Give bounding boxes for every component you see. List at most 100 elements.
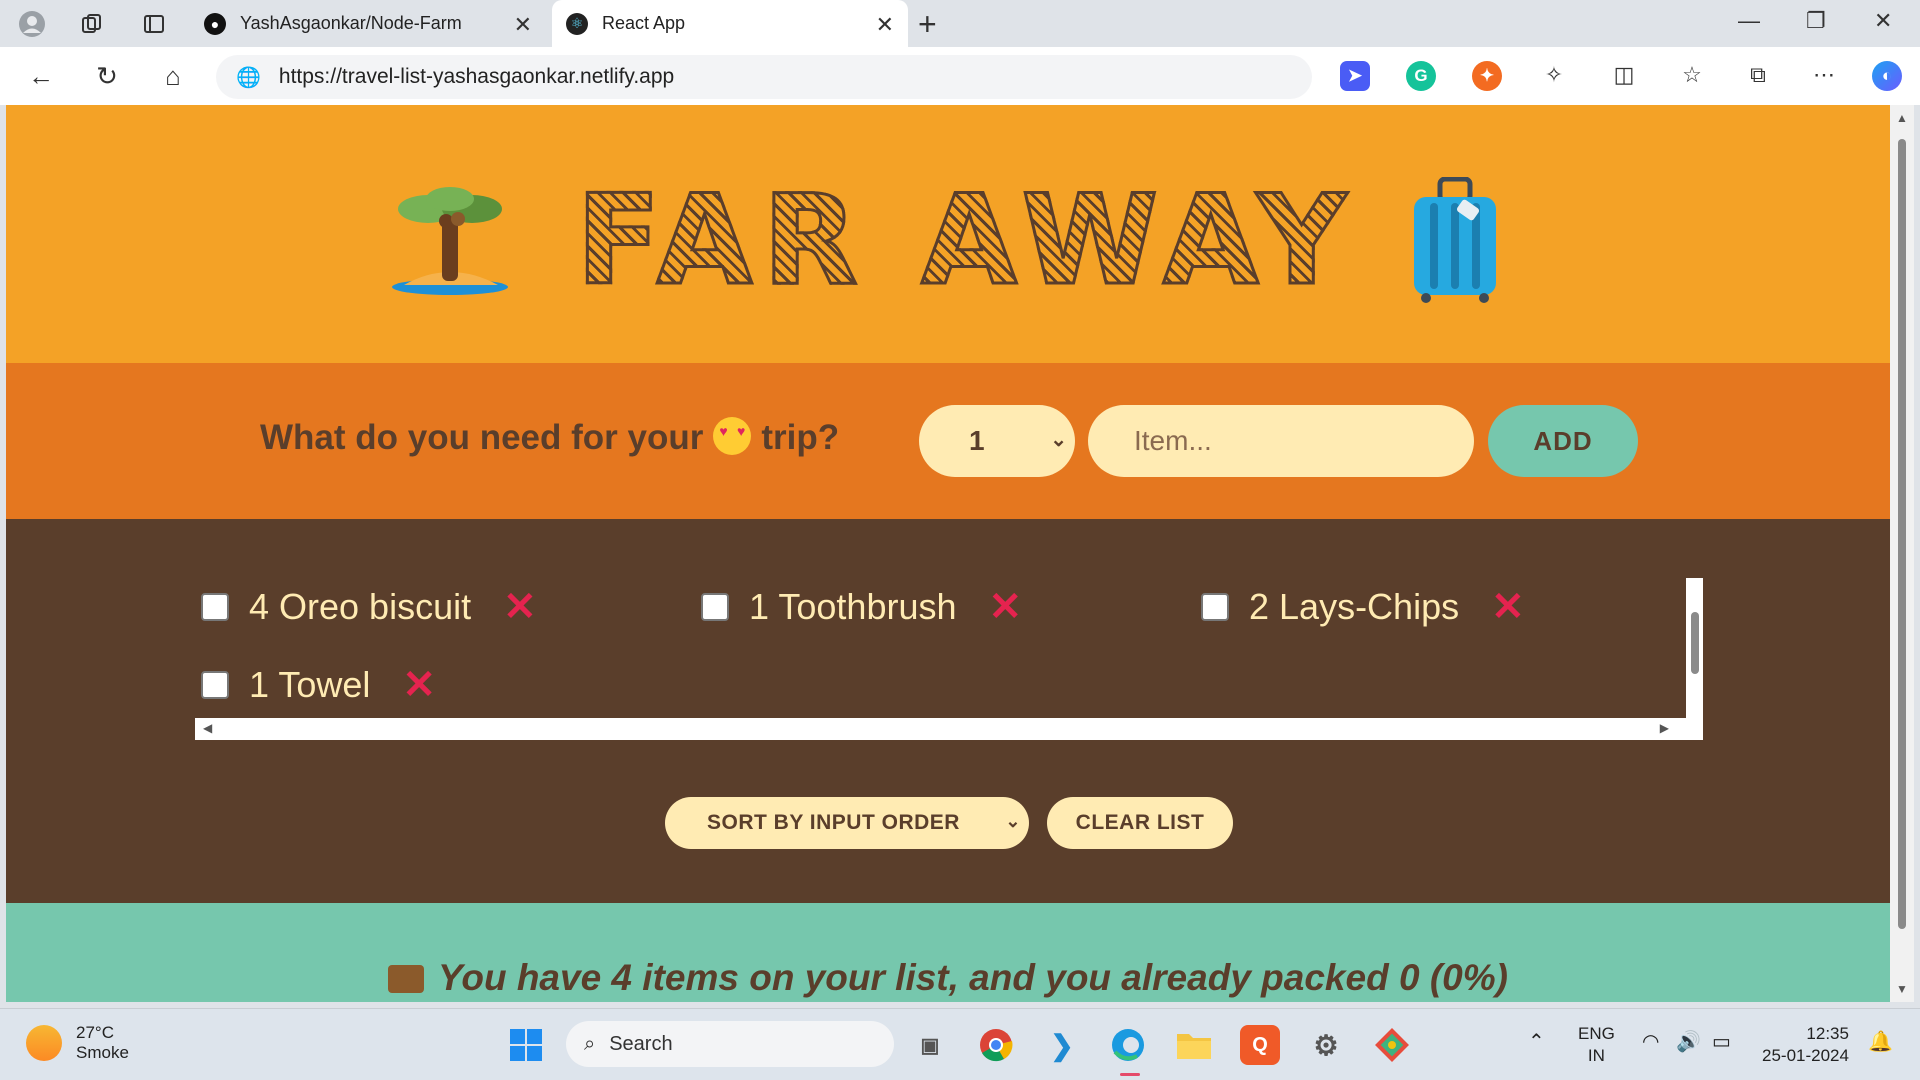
- weather-condition: Smoke: [76, 1043, 129, 1062]
- weather-temperature: 27°C: [76, 1023, 114, 1042]
- add-button[interactable]: ADD: [1488, 405, 1638, 477]
- chevron-down-icon: ⌄: [1050, 429, 1067, 451]
- tab-actions-icon[interactable]: [138, 8, 170, 40]
- git-app-icon[interactable]: [1372, 1025, 1412, 1065]
- tab-react-app[interactable]: ⚛ React App ✕: [552, 0, 908, 47]
- item-label: 1 Toothbrush: [749, 586, 957, 627]
- windows-start-icon[interactable]: [506, 1025, 546, 1065]
- list-item: 1 Toothbrush ✕: [701, 584, 1022, 630]
- home-icon[interactable]: ⌂: [156, 59, 190, 93]
- form-question: What do you need for your trip?: [260, 417, 839, 458]
- scroll-right-icon[interactable]: ▶: [1660, 721, 1669, 735]
- tab-node-farm[interactable]: ● YashAsgaonkar/Node-Farm ✕: [200, 0, 546, 47]
- sort-select[interactable]: SORT BY INPUT ORDER ⌄: [665, 797, 1029, 849]
- battery-icon[interactable]: ▭: [1712, 1031, 1731, 1053]
- packing-list: 4 Oreo biscuit ✕ 1 Toothbrush ✕ 2 Lays-C…: [6, 519, 1890, 903]
- more-icon[interactable]: ⋯: [1808, 59, 1840, 91]
- packed-checkbox[interactable]: [201, 671, 229, 699]
- taskbar-search[interactable]: ⌕ Search: [566, 1021, 894, 1067]
- delete-item-icon[interactable]: ✕: [402, 662, 436, 708]
- quantity-value: 1: [969, 425, 985, 456]
- extension-orange-icon[interactable]: ✦: [1472, 61, 1502, 91]
- minimize-icon[interactable]: —: [1738, 8, 1760, 34]
- settings-gear-icon[interactable]: ⚙: [1306, 1025, 1346, 1065]
- packed-checkbox[interactable]: [1201, 593, 1229, 621]
- clear-list-button[interactable]: CLEAR LIST: [1047, 797, 1233, 849]
- scrollbar-thumb[interactable]: [1691, 612, 1699, 674]
- delete-item-icon[interactable]: ✕: [503, 584, 537, 630]
- packed-checkbox[interactable]: [701, 593, 729, 621]
- back-icon[interactable]: ←: [24, 59, 58, 93]
- scroll-left-icon[interactable]: ◀: [203, 721, 212, 735]
- profile-icon[interactable]: [16, 8, 48, 40]
- list-horizontal-scrollbar[interactable]: ◀ ▶: [195, 718, 1703, 740]
- browser-tab-strip: ● YashAsgaonkar/Node-Farm ✕ ⚛ React App …: [0, 0, 1920, 47]
- volume-icon[interactable]: 🔊: [1676, 1031, 1701, 1053]
- new-tab-button[interactable]: +: [918, 6, 937, 43]
- close-window-icon[interactable]: ✕: [1874, 8, 1892, 34]
- chevron-down-icon: ⌄: [1005, 811, 1021, 831]
- address-bar[interactable]: 🌐 https://travel-list-yashasgaonkar.netl…: [216, 55, 1312, 99]
- vscode-icon[interactable]: ❯: [1042, 1025, 1082, 1065]
- tab-title: YashAsgaonkar/Node-Farm: [240, 13, 462, 33]
- split-screen-icon[interactable]: ◫: [1608, 59, 1640, 91]
- wifi-icon[interactable]: ◠: [1642, 1031, 1659, 1053]
- refresh-icon[interactable]: ↻: [90, 59, 124, 93]
- close-tab-icon[interactable]: ✕: [514, 12, 532, 38]
- q-app-icon[interactable]: Q: [1240, 1025, 1280, 1065]
- palm-island-icon: [392, 187, 508, 295]
- scroll-up-icon[interactable]: ▲: [1896, 111, 1908, 125]
- packing-list-items[interactable]: 4 Oreo biscuit ✕ 1 Toothbrush ✕ 2 Lays-C…: [195, 578, 1703, 740]
- page-scrollbar-thumb[interactable]: [1898, 139, 1906, 929]
- page-viewport: FAR AWAY What do you need for your trip? …: [6, 105, 1890, 1002]
- packed-checkbox[interactable]: [201, 593, 229, 621]
- language-code: ENG: [1578, 1024, 1615, 1043]
- briefcase-icon: [388, 965, 425, 993]
- app-logo-text: FAR AWAY: [575, 168, 1357, 315]
- extension-icon[interactable]: ➤: [1340, 61, 1370, 91]
- favorites-icon[interactable]: ☆: [1676, 59, 1708, 91]
- search-icon: ⌕: [584, 1032, 596, 1055]
- stats-footer: You have 4 items on your list, and you a…: [6, 903, 1890, 1002]
- chrome-icon[interactable]: [976, 1025, 1016, 1065]
- active-app-indicator: [1120, 1073, 1140, 1076]
- show-hidden-icons-icon[interactable]: ⌃: [1528, 1031, 1545, 1053]
- notification-bell-icon[interactable]: 🔔: [1868, 1031, 1893, 1053]
- heart-eyes-emoji-icon: [713, 417, 752, 455]
- collections-icon[interactable]: ⧉: [1742, 59, 1774, 91]
- edge-icon[interactable]: [1108, 1025, 1148, 1065]
- tab-title: React App: [602, 13, 686, 33]
- github-icon: ●: [204, 12, 226, 35]
- copilot-icon[interactable]: ◐: [1872, 61, 1902, 91]
- delete-item-icon[interactable]: ✕: [989, 584, 1023, 630]
- item-label: 2 Lays-Chips: [1249, 586, 1460, 627]
- scroll-down-icon[interactable]: ▼: [1896, 982, 1908, 996]
- item-label: 4 Oreo biscuit: [249, 586, 472, 627]
- item-input[interactable]: Item...: [1088, 405, 1474, 477]
- close-tab-icon[interactable]: ✕: [876, 12, 894, 38]
- navigation-bar: ← ↻ ⌂ 🌐 https://travel-list-yashasgaonka…: [0, 47, 1920, 105]
- url-text: https://travel-list-yashasgaonkar.netlif…: [278, 65, 675, 88]
- list-item: 4 Oreo biscuit ✕: [201, 584, 537, 630]
- suitcase-icon: [1414, 177, 1496, 303]
- weather-widget[interactable]: 27°C Smoke: [26, 1023, 129, 1063]
- workspaces-icon[interactable]: [76, 8, 108, 40]
- region-code: IN: [1587, 1046, 1605, 1065]
- clock-date: 25-01-2024: [1762, 1046, 1849, 1065]
- form-question-end: trip?: [761, 418, 840, 457]
- quantity-select[interactable]: 1 ⌄: [919, 405, 1075, 477]
- item-placeholder: Item...: [1134, 425, 1212, 456]
- delete-item-icon[interactable]: ✕: [1491, 584, 1525, 630]
- list-item: 1 Towel ✕: [201, 662, 436, 708]
- windows-taskbar: 27°C Smoke ⌕ Search ▣ ❯ Q ⚙ ⌃ ENG IN ◠ 🔊…: [0, 1008, 1920, 1080]
- file-explorer-icon[interactable]: [1174, 1025, 1214, 1065]
- item-label: 1 Towel: [249, 664, 371, 705]
- language-indicator[interactable]: ENG IN: [1578, 1023, 1615, 1067]
- list-vertical-scrollbar[interactable]: [1686, 578, 1703, 718]
- page-scrollbar[interactable]: ▲ ▼: [1890, 105, 1914, 1002]
- restore-icon[interactable]: ❐: [1806, 8, 1826, 34]
- task-view-icon[interactable]: ▣: [910, 1025, 950, 1065]
- grammarly-icon[interactable]: G: [1406, 61, 1436, 91]
- extensions-puzzle-icon[interactable]: ✧: [1538, 59, 1570, 91]
- clock[interactable]: 12:35 25-01-2024: [1762, 1023, 1849, 1067]
